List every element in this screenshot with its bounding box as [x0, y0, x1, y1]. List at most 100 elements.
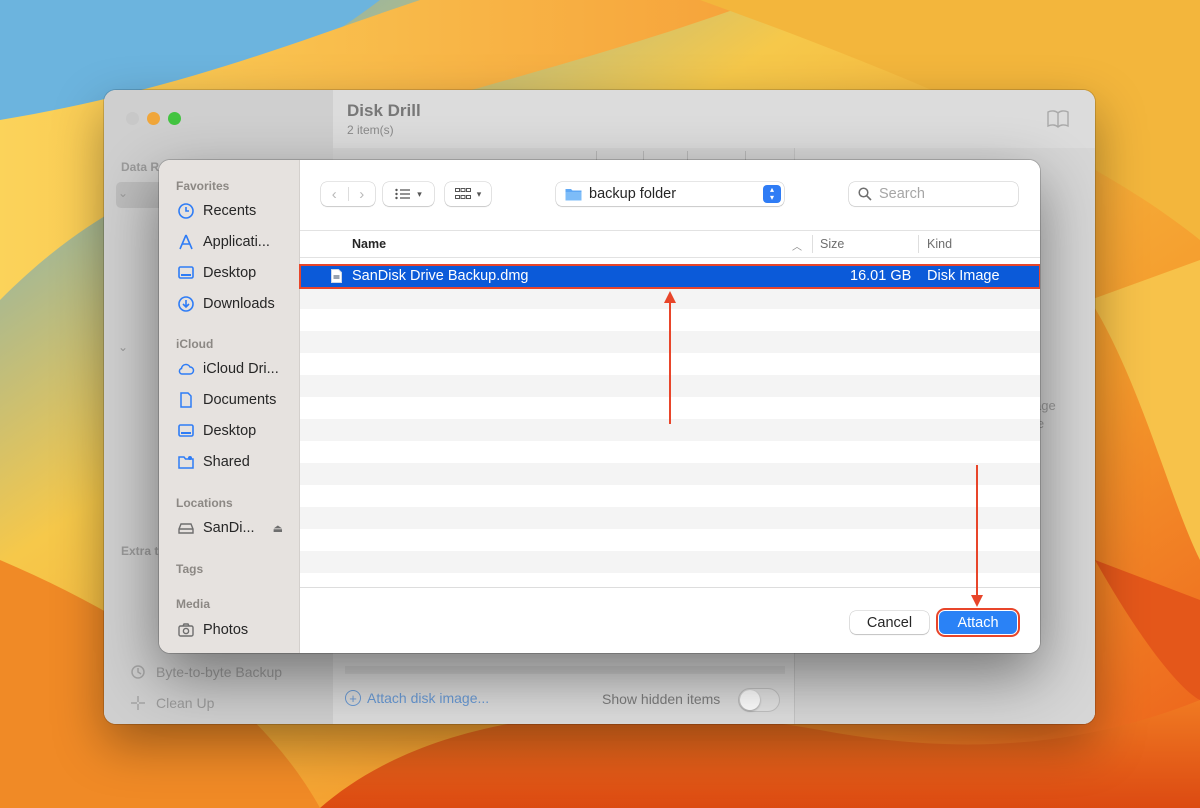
list-row-empty: [300, 419, 1040, 441]
column-header-size[interactable]: Size: [820, 237, 844, 251]
file-name: SanDisk Drive Backup.dmg: [352, 268, 529, 284]
sidebar-section-tags: Tags: [176, 562, 204, 576]
back-button[interactable]: ‹: [321, 182, 348, 206]
cancel-button[interactable]: Cancel: [850, 611, 929, 634]
applications-icon: [179, 234, 193, 250]
list-row-empty: [300, 309, 1040, 331]
list-row-empty: [300, 463, 1040, 485]
sidebar-item-label: Documents: [203, 392, 277, 408]
dialog-sidebar: Favorites Recents Applicati... Desktop D…: [159, 160, 300, 653]
chevron-right-icon: ›: [359, 185, 365, 203]
list-row-empty: [300, 353, 1040, 375]
show-hidden-items-toggle[interactable]: [738, 688, 780, 712]
sidebar-item-shared[interactable]: Shared: [177, 451, 250, 473]
sidebar-section-favorites: Favorites: [176, 179, 230, 193]
app-item-count: 2 item(s): [347, 123, 394, 137]
list-view-icon: [395, 188, 411, 200]
sidebar-item-label: Desktop: [203, 265, 257, 281]
sidebar-item-icloud-desktop[interactable]: Desktop: [177, 420, 256, 442]
sparkle-icon: [131, 696, 145, 710]
chevron-down-icon[interactable]: ⌄: [118, 186, 128, 200]
folder-icon: [565, 189, 582, 201]
camera-icon: [178, 623, 194, 637]
sort-ascending-icon: ︿: [792, 242, 802, 253]
drive-icon: [178, 523, 194, 534]
file-row-selected[interactable]: SanDisk Drive Backup.dmg 16.01 GB Disk I…: [299, 264, 1040, 289]
dialog-footer: Cancel Attach: [300, 587, 1040, 653]
chevron-down-icon: ▾: [417, 188, 422, 199]
column-divider[interactable]: [918, 235, 919, 253]
list-row-empty: [300, 485, 1040, 507]
list-row-empty: [300, 287, 1040, 309]
sidebar-section-data-recovery: Data R: [121, 160, 160, 174]
sidebar-item-label: Shared: [203, 454, 250, 470]
group-view-button[interactable]: ▾: [445, 182, 491, 206]
plus-circle-icon: +: [345, 690, 361, 706]
folder-path-popup[interactable]: backup folder ▴ ▾: [556, 182, 784, 206]
sidebar-item-label: Byte-to-byte Backup: [156, 664, 283, 680]
forward-button[interactable]: ›: [349, 182, 376, 206]
sidebar-item-applications[interactable]: Applicati...: [177, 231, 270, 253]
sidebar-item-photos[interactable]: Photos: [177, 619, 248, 641]
attach-disk-image-label: Attach disk image...: [367, 690, 490, 706]
sidebar-item-documents[interactable]: Documents: [177, 389, 276, 411]
window-maximize-button[interactable]: [168, 112, 181, 125]
list-row-empty: [300, 551, 1040, 573]
backup-icon: [131, 665, 145, 679]
attach-button[interactable]: Attach: [936, 608, 1020, 637]
sidebar-item-sandisk-drive[interactable]: SanDi... ⏏: [177, 517, 283, 539]
app-list-footer: [345, 666, 785, 674]
document-icon: [180, 392, 192, 408]
sidebar-item-icloud-drive[interactable]: iCloud Dri...: [177, 358, 279, 380]
sidebar-section-icloud: iCloud: [176, 337, 214, 351]
column-header-name[interactable]: Name: [352, 237, 386, 251]
sidebar-item-desktop[interactable]: Desktop: [177, 262, 256, 284]
app-title: Disk Drill: [347, 101, 421, 120]
sidebar-item-recents[interactable]: Recents: [177, 200, 256, 222]
sidebar-section-locations: Locations: [176, 496, 233, 510]
search-field[interactable]: [849, 182, 1018, 206]
list-row-empty: [300, 397, 1040, 419]
grid-view-icon: [454, 188, 471, 199]
dialog-toolbar: ‹ › ▾ ▾ backup folder ▴ ▾: [300, 160, 1040, 230]
disk-image-file-icon: [331, 269, 342, 283]
show-hidden-items-label: Show hidden items: [602, 691, 721, 707]
list-row-empty: [300, 331, 1040, 353]
sidebar-item-label: Desktop: [203, 423, 257, 439]
window-close-button[interactable]: [126, 112, 139, 125]
sidebar-section-media: Media: [176, 597, 211, 611]
desktop-icon: [178, 266, 194, 279]
column-header-kind[interactable]: Kind: [927, 237, 952, 251]
downloads-icon: [178, 296, 194, 312]
dialog-main: ‹ › ▾ ▾ backup folder ▴▾ N: [299, 160, 1040, 653]
list-view-button[interactable]: ▾: [383, 182, 434, 206]
sidebar-item-downloads[interactable]: Downloads: [177, 293, 275, 315]
search-input[interactable]: [879, 186, 999, 202]
desktop-icon: [178, 424, 194, 437]
open-file-dialog: Favorites Recents Applicati... Desktop D…: [159, 160, 1040, 653]
sidebar-item-byte-to-byte-backup[interactable]: Byte-to-byte Backup: [130, 664, 282, 680]
sidebar-item-label: SanDi...: [203, 520, 255, 536]
chevron-left-icon: ‹: [331, 185, 337, 203]
chevron-down-icon: ▾: [476, 188, 482, 199]
sidebar-item-label: Photos: [203, 622, 249, 638]
eject-icon[interactable]: ⏏: [273, 522, 283, 535]
chevron-down-icon[interactable]: ⌄: [118, 340, 128, 354]
book-icon[interactable]: [1047, 110, 1069, 128]
sidebar-item-label: Applicati...: [203, 234, 270, 250]
window-minimize-button[interactable]: [147, 112, 160, 125]
attach-disk-image-link[interactable]: + Attach disk image...: [345, 690, 489, 706]
list-row-empty: [300, 441, 1040, 463]
clock-icon: [178, 203, 194, 219]
sidebar-item-clean-up[interactable]: Clean Up: [130, 695, 214, 711]
sidebar-section-extra-tools: Extra t: [121, 544, 159, 558]
back-forward-buttons: ‹ ›: [321, 182, 375, 206]
list-row-empty: [300, 507, 1040, 529]
sidebar-item-label: Clean Up: [156, 695, 215, 711]
file-list-rows: [300, 265, 1040, 573]
sidebar-item-label: Recents: [203, 203, 257, 219]
column-divider[interactable]: [812, 235, 813, 253]
list-row-empty: [300, 375, 1040, 397]
sidebar-item-label: iCloud Dri...: [203, 361, 279, 377]
file-kind: Disk Image: [927, 268, 1000, 284]
